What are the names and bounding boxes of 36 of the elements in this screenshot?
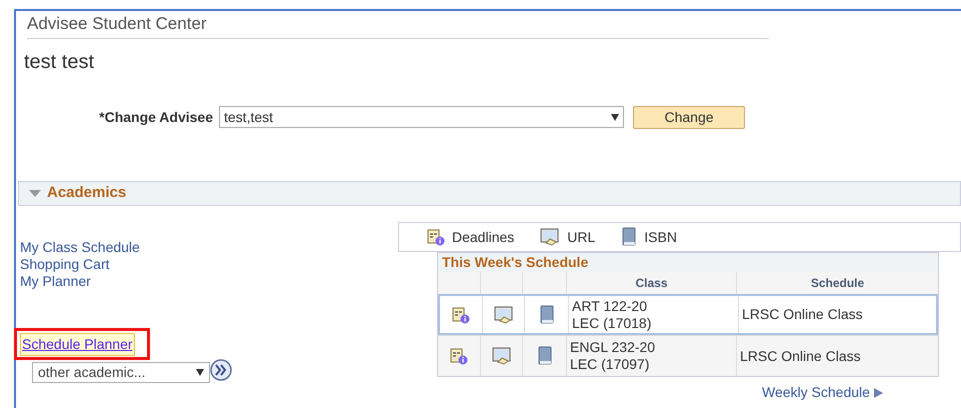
table-title: This Week's Schedule [442,253,588,272]
book-icon [536,346,552,366]
book-icon [538,304,554,324]
monitor-book-icon [540,228,560,246]
table-cell-text: LRSC Online Class [740,346,861,366]
advisee-select[interactable]: test,test [219,106,624,128]
page-title: Advisee Student Center [27,14,207,33]
table-cell-text: LRSC Online Class [742,305,863,324]
monitor-book-icon [494,306,514,324]
calendar-info-icon [450,347,468,365]
calendar-info-icon [427,228,445,246]
section-header[interactable]: Academics [18,181,961,206]
go-button[interactable] [210,359,232,381]
field-label: *Change Advisee [98,108,214,127]
legend-label: Deadlines [452,228,514,246]
monitor-book-icon [492,347,512,365]
table-row[interactable]: ART 122-20 LEC (17018) LRSC Online Class [438,294,938,335]
dropdown-caret-icon [196,369,204,376]
weekly-schedule-link[interactable]: Weekly Schedule [762,382,870,403]
nav-link[interactable]: Shopping Cart [20,256,110,273]
column-header: Schedule [810,275,866,292]
student-name: test test [24,50,94,75]
table-cell: ART 122-20 LEC (17018) [569,296,739,333]
book-icon [621,227,638,247]
legend-label: URL [567,228,596,246]
calendar-info-icon [452,306,470,324]
change-button[interactable]: Change [633,106,745,128]
academic-select[interactable]: other academic... [32,362,210,383]
dropdown-caret-icon [611,114,619,120]
table-cell: ENGL 232-20 LEC (17097) [567,336,737,376]
play-arrow-icon [874,388,883,398]
schedule-planner-link[interactable]: Schedule Planner [20,332,135,356]
nav-link[interactable]: My Planner [20,273,91,290]
table-row[interactable]: ENGL 232-20 LEC (17097) LRSC Online Class [438,335,938,376]
legend-label: ISBN [644,228,677,246]
nav-link[interactable]: My Class Schedule [20,239,140,256]
